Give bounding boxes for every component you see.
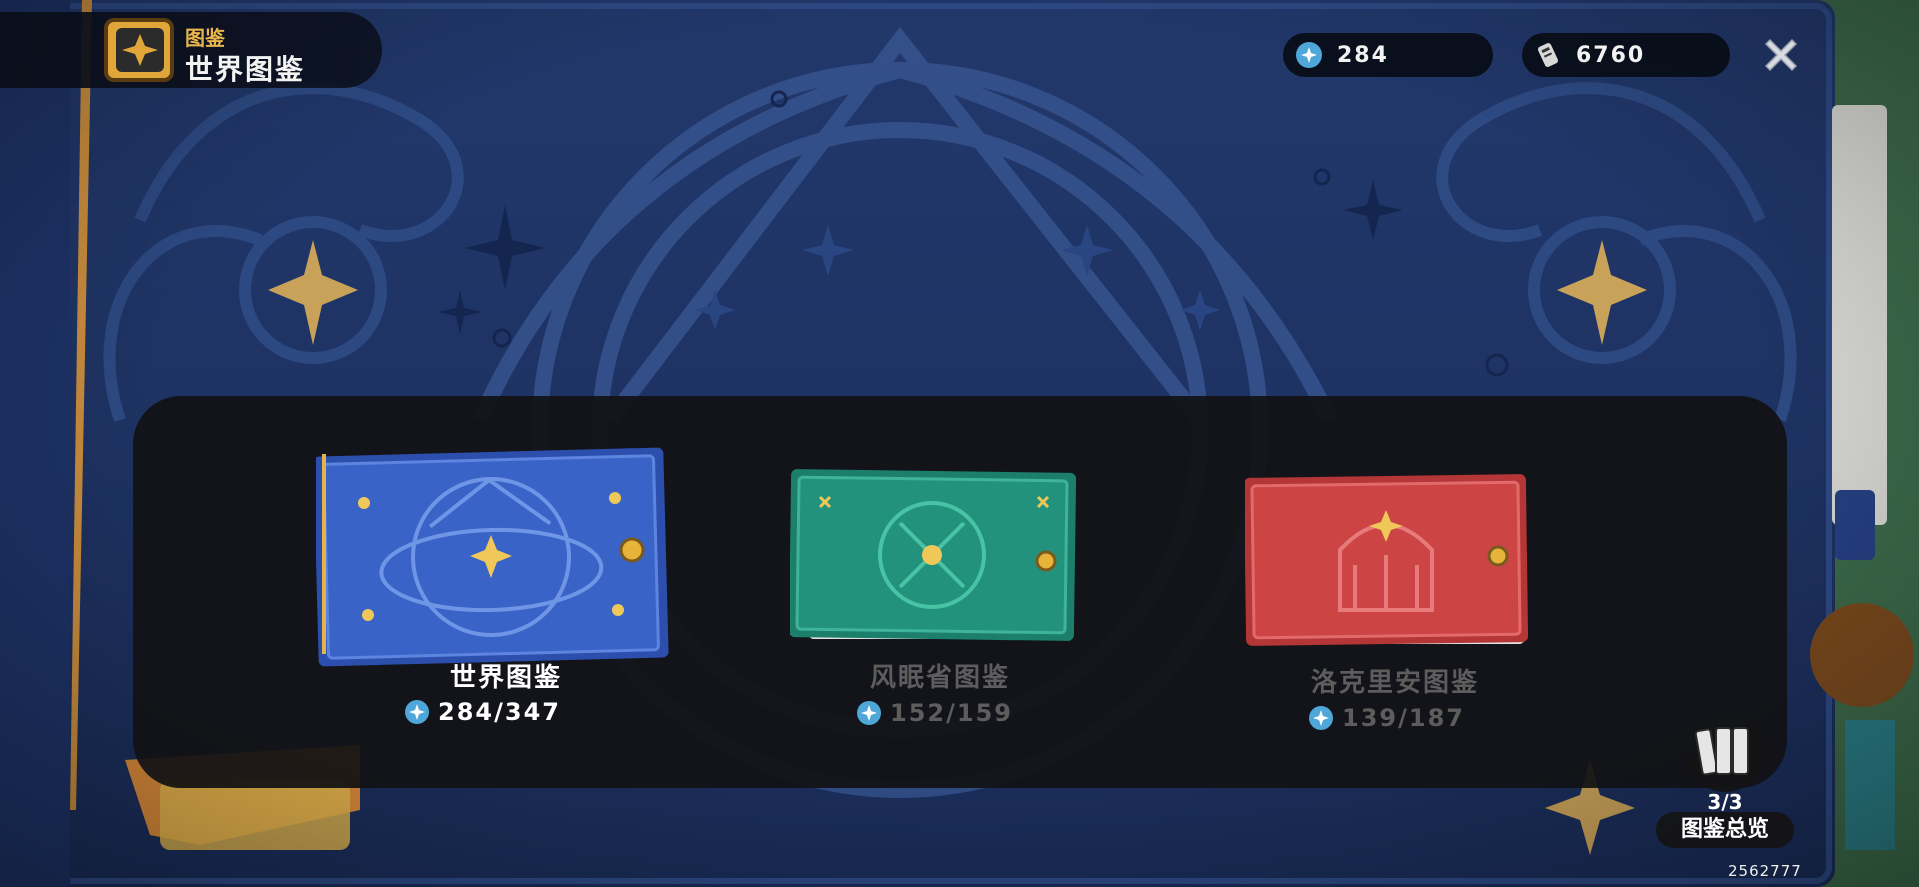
book-progress: 139/187 <box>1308 704 1465 732</box>
book-progress: 284/347 <box>404 698 561 726</box>
book-progress: 152/159 <box>856 699 1013 727</box>
star-token-icon <box>857 701 881 725</box>
book-progress-value: 152/159 <box>890 699 1013 727</box>
star-token-counter[interactable]: 284 <box>1283 33 1493 77</box>
book-name: 风眠省图鉴 <box>869 663 1010 693</box>
codex-overview-button[interactable]: 3/3 图鉴总览 <box>1650 712 1800 852</box>
ticket-counter[interactable]: 6760 <box>1522 33 1730 77</box>
ticket-value: 6760 <box>1576 42 1646 68</box>
category-label: 图鉴 <box>185 26 225 50</box>
star-token-icon <box>1296 42 1322 68</box>
overview-count: 3/3 <box>1707 790 1743 814</box>
close-x-icon[interactable] <box>1756 30 1806 80</box>
star-token-icon <box>405 700 429 724</box>
star-token-value: 284 <box>1337 42 1389 68</box>
book-stack-icon <box>1685 712 1765 792</box>
page-title: 世界图鉴 <box>185 53 306 86</box>
star-token-icon <box>1309 706 1333 730</box>
player-uid: 2562777 <box>1728 862 1802 880</box>
red-codex-book-icon <box>1243 474 1529 646</box>
book-card-lockrian[interactable]: 洛克里安图鉴 139/187 <box>1243 470 1545 732</box>
book-name: 世界图鉴 <box>449 663 562 693</box>
book-progress-value: 284/347 <box>438 698 561 726</box>
blue-codex-book-icon <box>313 447 669 667</box>
ticket-pass-icon <box>1537 43 1559 67</box>
codex-book-icon <box>104 18 174 82</box>
book-progress-value: 139/187 <box>1342 704 1465 732</box>
overview-label: 图鉴总览 <box>1656 812 1794 848</box>
book-name: 洛克里安图鉴 <box>1310 668 1479 698</box>
green-codex-book-icon <box>788 469 1077 641</box>
book-card-fengmian[interactable]: 风眠省图鉴 152/159 <box>788 465 1090 727</box>
codex-screen: 图鉴 世界图鉴 284 6760 世界图鉴 284/347 风眠省图鉴 152/… <box>0 0 1919 887</box>
book-card-world[interactable]: 世界图鉴 284/347 <box>313 440 676 726</box>
